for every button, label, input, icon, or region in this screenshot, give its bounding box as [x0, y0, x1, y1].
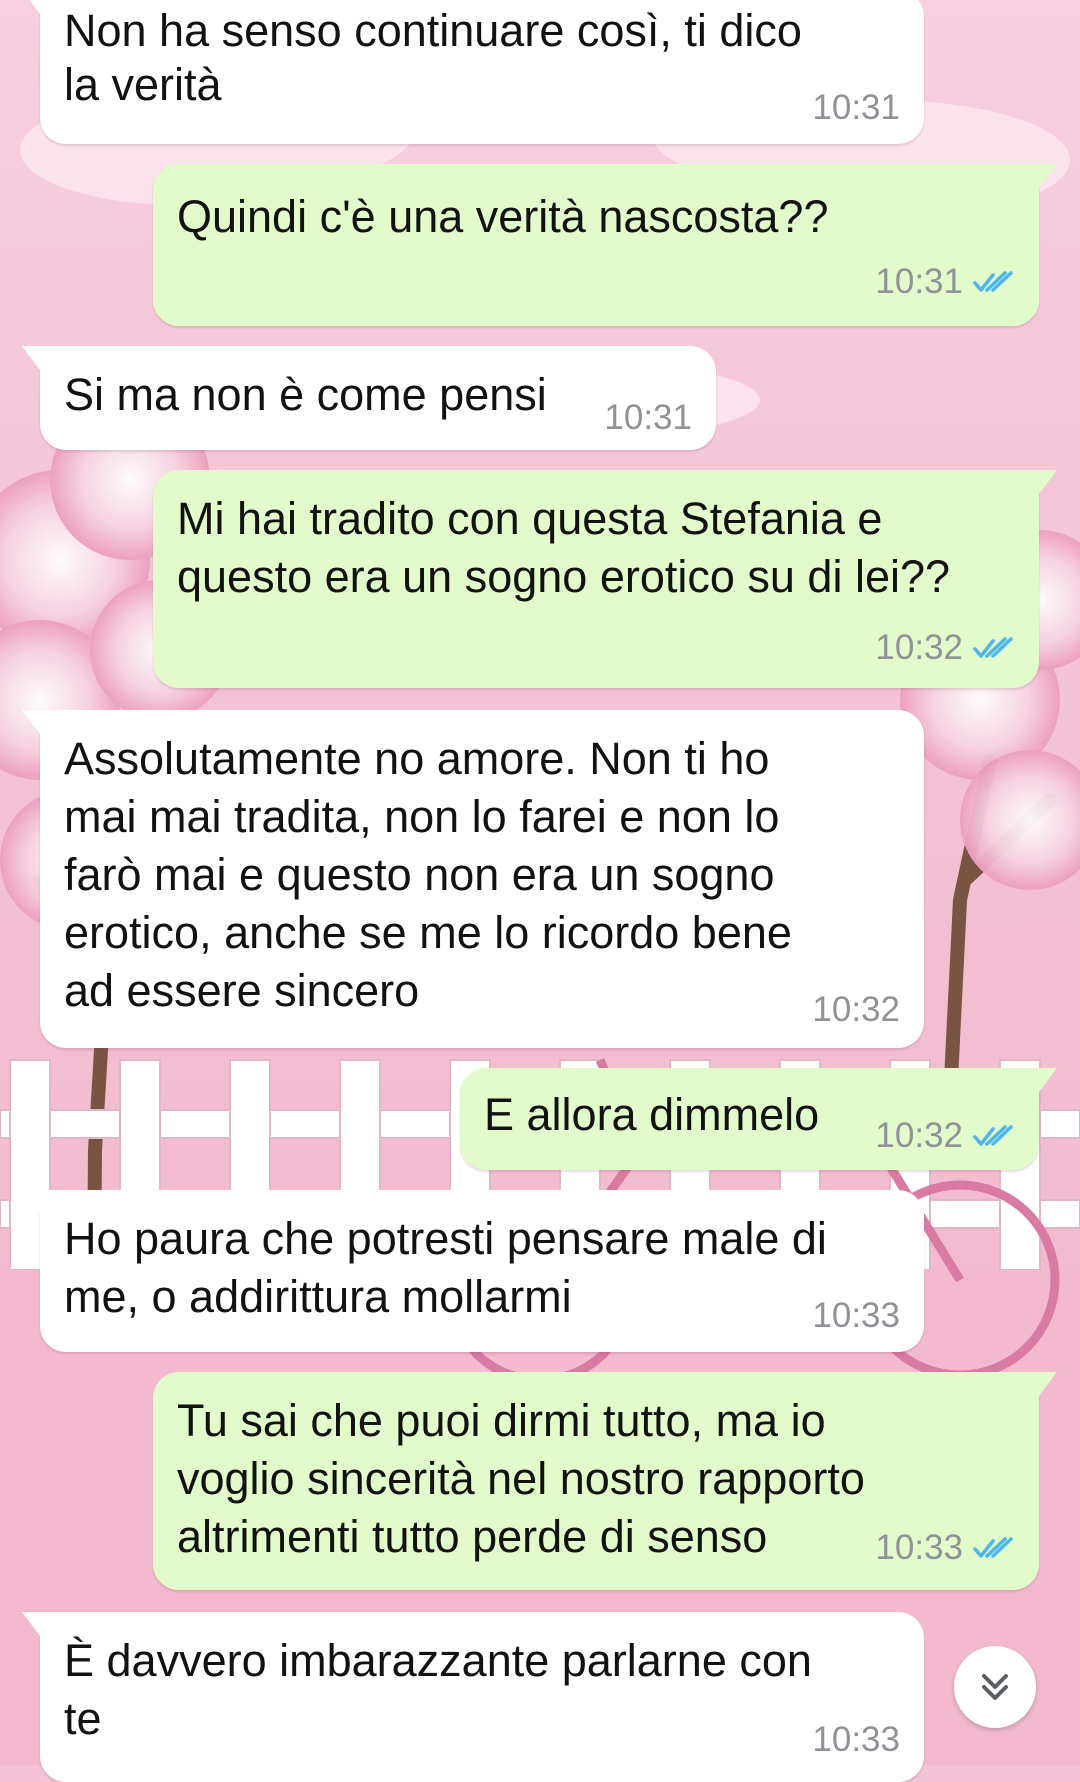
scroll-to-bottom-button[interactable]: [954, 1646, 1036, 1728]
message-bubble-outgoing[interactable]: Quindi c'è una verità nascosta?? 10:31: [153, 164, 1057, 326]
message-meta: 10:32: [812, 990, 900, 1030]
message-bubble-incoming[interactable]: Assolutamente no amore. Non ti ho mai ma…: [22, 710, 924, 1048]
message-bubble-incoming[interactable]: Ho paura che potresti pensare male di me…: [22, 1190, 924, 1352]
message-text: voglio sincerità nel nostro rapporto: [177, 1453, 865, 1504]
message-text: Non ha senso continuare così, ti dico: [64, 5, 802, 56]
message-text: Tu sai che puoi dirmi tutto, ma io: [177, 1395, 826, 1446]
message-text: farò mai e questo non era un sogno: [64, 849, 775, 900]
message-time: 10:31: [875, 262, 963, 301]
message-text: E allora dimmelo: [484, 1089, 820, 1140]
message-bubble-incoming[interactable]: Si ma non è come pensi 10:31: [22, 346, 716, 450]
message-meta: 10:31: [812, 88, 900, 128]
message-text: ad essere sincero: [64, 965, 420, 1016]
message-text: Quindi c'è una verità nascosta??: [177, 191, 829, 242]
message-meta: 10:33: [812, 1720, 900, 1760]
message-meta: 10:32: [875, 1116, 1015, 1156]
message-text: mai mai tradita, non lo farei e non lo: [64, 791, 780, 842]
message-text: altrimenti tutto perde di senso: [177, 1511, 768, 1562]
message-meta: 10:32: [875, 628, 1015, 668]
message-bubble-incoming[interactable]: Non ha senso continuare così, ti dico la…: [22, 0, 924, 144]
chevron-double-down-icon: [982, 1674, 1008, 1700]
message-text: Ho paura che potresti pensare male di: [64, 1213, 827, 1264]
message-time: 10:32: [875, 1116, 963, 1155]
message-bubble-incoming[interactable]: È davvero imbarazzante parlarne con te 1…: [22, 1612, 924, 1782]
message-time: 10:31: [604, 398, 692, 437]
message-time: 10:31: [812, 88, 900, 127]
message-text: Mi hai tradito con questa Stefania e: [177, 493, 883, 544]
message-text: Assolutamente no amore. Non ti ho: [64, 733, 770, 784]
message-meta: 10:33: [812, 1296, 900, 1336]
message-time: 10:33: [812, 1296, 900, 1335]
message-meta: 10:31: [875, 262, 1015, 302]
double-check-icon: [973, 271, 1013, 292]
message-time: 10:32: [812, 990, 900, 1029]
message-time: 10:33: [875, 1528, 963, 1567]
message-bubble-outgoing[interactable]: E allora dimmelo 10:32: [460, 1068, 1057, 1170]
message-bubble-outgoing[interactable]: Tu sai che puoi dirmi tutto, ma io vogli…: [153, 1372, 1057, 1590]
message-text: me, o addirittura mollarmi: [64, 1271, 572, 1322]
message-time: 10:33: [812, 1720, 900, 1759]
double-check-icon: [973, 1125, 1013, 1146]
message-text: questo era un sogno erotico su di lei??: [177, 551, 951, 602]
double-check-icon: [973, 637, 1013, 658]
double-check-icon: [973, 1537, 1013, 1558]
message-text: erotico, anche se me lo ricordo bene: [64, 907, 792, 958]
message-bubble-outgoing[interactable]: Mi hai tradito con questa Stefania e que…: [153, 470, 1057, 688]
message-time: 10:32: [875, 628, 963, 667]
message-text: Si ma non è come pensi: [64, 369, 547, 420]
message-meta: 10:31: [604, 398, 692, 438]
message-text: la verità: [64, 59, 222, 110]
message-text: te: [64, 1693, 102, 1744]
message-text: È davvero imbarazzante parlarne con: [64, 1635, 812, 1686]
message-meta: 10:33: [875, 1528, 1015, 1568]
